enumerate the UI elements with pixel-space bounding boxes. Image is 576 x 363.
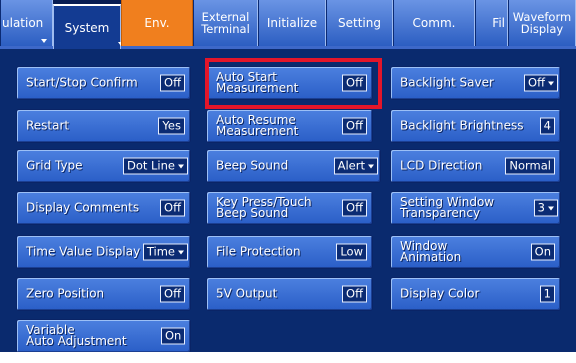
setting-value-dropdown: 3 — [533, 199, 558, 217]
restart-button[interactable]: Restart Yes — [16, 109, 191, 143]
beep-sound-button[interactable]: Beep Sound Alert — [206, 149, 381, 183]
tab-comm[interactable]: Comm. — [393, 0, 475, 46]
zero-position-button[interactable]: Zero Position Off — [16, 277, 191, 311]
display-color-button[interactable]: Display Color 1 — [390, 277, 561, 311]
setting-value: 1 — [539, 285, 555, 303]
dropdown-arrow-icon — [368, 164, 374, 169]
tab-label: ulation — [2, 16, 44, 30]
setting-value: Off — [342, 117, 367, 135]
dropdown-arrow-icon — [178, 250, 184, 255]
time-value-display-button[interactable]: Time Value Display Time — [16, 235, 191, 269]
backlight-saver-button[interactable]: Backlight Saver Off — [390, 66, 561, 100]
setting-label: Display Comments — [26, 200, 140, 215]
setting-label: LCD Direction — [400, 158, 483, 173]
setting-label: Auto Resume Measurement — [216, 113, 299, 138]
grid-type-button[interactable]: Grid Type Dot Line — [16, 149, 191, 183]
dropdown-arrow-icon — [178, 164, 184, 169]
start-stop-confirm-button[interactable]: Start/Stop Confirm Off — [16, 66, 191, 100]
setting-value: 4 — [539, 117, 555, 135]
tab-bar: ulation System Env. External Terminal In… — [0, 0, 576, 49]
setting-value: Time — [146, 244, 175, 259]
tab-simulation[interactable]: ulation — [0, 0, 53, 46]
setting-value: Low — [336, 243, 367, 261]
setting-value: Off — [160, 285, 185, 303]
tab-waveform-display[interactable]: Waveform Display — [508, 0, 576, 46]
setting-value: Off — [342, 199, 367, 217]
setting-label: Key Press/Touch Beep Sound — [216, 195, 312, 220]
setting-value: On — [530, 243, 555, 261]
setting-value: Dot Line — [126, 158, 175, 173]
dropdown-arrow-icon — [548, 81, 554, 86]
setting-label: Variable Auto Adjustment — [26, 323, 127, 348]
setting-label: Start/Stop Confirm — [26, 75, 138, 90]
setting-value: Off — [160, 199, 185, 217]
display-comments-button[interactable]: Display Comments Off — [16, 191, 191, 225]
tab-label: Env. — [144, 16, 170, 30]
setting-value: Off — [528, 75, 545, 90]
setting-value-dropdown: Time — [142, 243, 188, 261]
setting-label: Setting Window Transparency — [400, 195, 495, 220]
tab-label: Fil — [492, 16, 505, 30]
setting-label: Backlight Brightness — [400, 118, 524, 133]
setting-label: Display Color — [400, 286, 480, 301]
lcd-direction-button[interactable]: LCD Direction Normal — [390, 149, 561, 183]
tab-env[interactable]: Env. — [121, 0, 193, 46]
auto-resume-measurement-button[interactable]: Auto Resume Measurement Off — [206, 109, 373, 143]
dropdown-arrow-icon — [548, 206, 554, 211]
setting-label: Beep Sound — [216, 158, 289, 173]
setting-label: Backlight Saver — [400, 75, 494, 90]
setting-value-dropdown: Dot Line — [122, 157, 188, 175]
tab-system[interactable]: System — [53, 4, 124, 49]
setting-value: Off — [160, 74, 185, 92]
setting-label: Restart — [26, 118, 70, 133]
tab-submenu-marker-icon — [41, 39, 47, 43]
key-press-touch-beep-sound-button[interactable]: Key Press/Touch Beep Sound Off — [206, 191, 373, 225]
setting-label: 5V Output — [216, 286, 278, 301]
tab-label: Comm. — [412, 16, 456, 30]
setting-label: Time Value Display — [26, 244, 141, 259]
window-animation-button[interactable]: Window Animation On — [390, 235, 561, 269]
setting-label: Window Animation — [400, 239, 462, 264]
tab-external-terminal[interactable]: External Terminal — [193, 0, 258, 46]
tab-label: Setting — [338, 16, 381, 30]
5v-output-button[interactable]: 5V Output Off — [206, 277, 373, 311]
variable-auto-adjustment-button[interactable]: Variable Auto Adjustment On — [16, 319, 191, 352]
setting-value-dropdown: Alert — [333, 157, 378, 175]
setting-value: On — [161, 327, 186, 345]
backlight-brightness-button[interactable]: Backlight Brightness 4 — [390, 109, 561, 143]
setting-label: Grid Type — [26, 158, 83, 173]
setting-label: File Protection — [216, 244, 301, 259]
tab-label: Initialize — [266, 16, 318, 30]
setting-value: Yes — [158, 117, 185, 135]
tab-label: External Terminal — [201, 10, 250, 36]
setting-window-transparency-button[interactable]: Setting Window Transparency 3 — [390, 191, 561, 225]
highlight-frame — [205, 58, 382, 109]
tab-file[interactable]: Fil — [475, 0, 508, 46]
tab-setting[interactable]: Setting — [326, 0, 393, 46]
settings-screen: ulation System Env. External Terminal In… — [0, 0, 576, 352]
file-protection-button[interactable]: File Protection Low — [206, 235, 373, 269]
tab-label: Waveform Display — [512, 10, 572, 36]
tab-initialize[interactable]: Initialize — [258, 0, 326, 46]
tab-label: System — [64, 20, 110, 35]
setting-value: Normal — [505, 157, 555, 175]
setting-value: Alert — [337, 158, 365, 173]
setting-value: 3 — [537, 200, 545, 215]
setting-value-dropdown: Off — [524, 74, 558, 92]
setting-value: Off — [342, 285, 367, 303]
setting-label: Zero Position — [26, 286, 105, 301]
